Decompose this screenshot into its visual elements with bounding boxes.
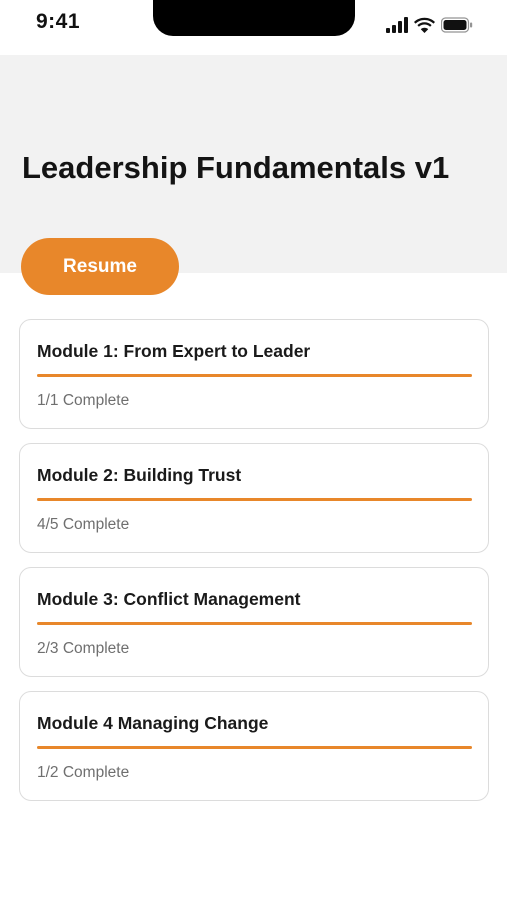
course-screen: 9:41 Leadership Fundamentals v1 Resume M… (0, 0, 507, 900)
module-progress-bar (37, 746, 472, 749)
course-title: Leadership Fundamentals v1 (22, 150, 450, 185)
battery-icon (441, 17, 473, 33)
module-card[interactable]: Module 3: Conflict Management 2/3 Comple… (19, 567, 489, 677)
status-time: 9:41 (36, 10, 81, 33)
module-list: Module 1: From Expert to Leader 1/1 Comp… (19, 319, 489, 815)
wifi-icon (414, 17, 435, 33)
status-bar: 9:41 (0, 0, 507, 52)
module-title: Module 3: Conflict Management (37, 589, 301, 609)
module-progress-bar (37, 374, 472, 377)
module-status: 4/5 Complete (37, 516, 130, 533)
status-icons (386, 15, 473, 35)
module-progress-fill (37, 374, 472, 377)
module-progress-bar (37, 498, 472, 501)
device-notch (153, 0, 355, 36)
module-status: 1/2 Complete (37, 764, 130, 781)
module-status: 1/1 Complete (37, 392, 130, 409)
module-title: Module 2: Building Trust (37, 465, 242, 485)
module-progress-fill (37, 498, 472, 501)
module-progress-bar (37, 622, 472, 625)
module-card[interactable]: Module 1: From Expert to Leader 1/1 Comp… (19, 319, 489, 429)
module-status: 2/3 Complete (37, 640, 130, 657)
module-card[interactable]: Module 2: Building Trust 4/5 Complete (19, 443, 489, 553)
module-title: Module 4 Managing Change (37, 713, 269, 733)
module-progress-fill (37, 622, 472, 625)
module-progress-fill (37, 746, 472, 749)
module-card[interactable]: Module 4 Managing Change 1/2 Complete (19, 691, 489, 801)
resume-button[interactable]: Resume (21, 238, 179, 295)
module-title: Module 1: From Expert to Leader (37, 341, 311, 361)
cellular-signal-icon (386, 17, 408, 33)
